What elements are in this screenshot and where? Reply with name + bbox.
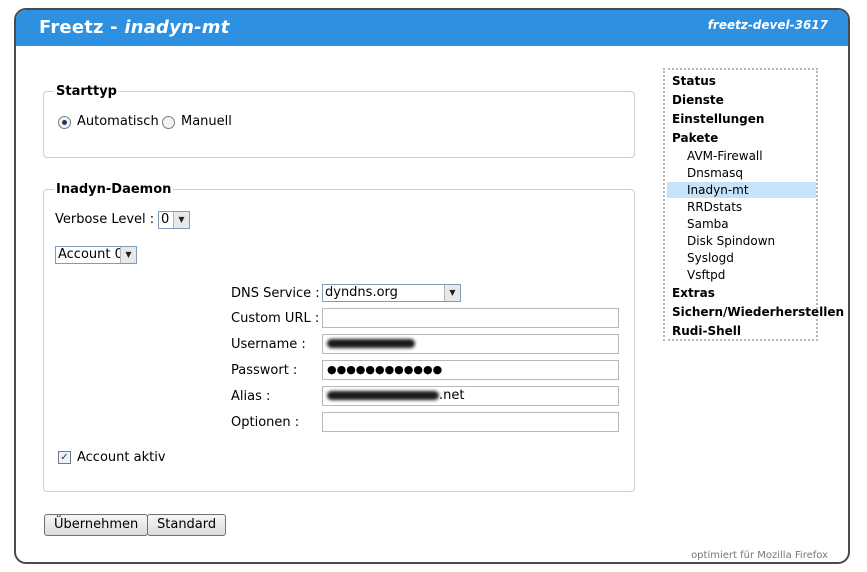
uebernehmen-button[interactable]: Übernehmen bbox=[44, 514, 149, 536]
verbose-level-value: 0 bbox=[161, 212, 170, 227]
account-select[interactable]: Account 0 ▼ bbox=[55, 246, 137, 264]
inadyn-daemon-legend: Inadyn-Daemon bbox=[56, 182, 172, 197]
navigation-menu: Status Dienste Einstellungen Pakete AVM-… bbox=[663, 68, 844, 341]
menu-item-status[interactable]: Status bbox=[672, 74, 716, 88]
menu-item-samba[interactable]: Samba bbox=[687, 217, 729, 231]
menu-item-dienste[interactable]: Dienste bbox=[672, 93, 724, 107]
redacted-username bbox=[327, 339, 415, 348]
manuell-radio[interactable] bbox=[162, 116, 175, 129]
chevron-down-icon[interactable]: ▼ bbox=[120, 247, 136, 263]
menu-item-dnsmasq[interactable]: Dnsmasq bbox=[687, 166, 743, 180]
menu-item-inadyn-mt[interactable]: Inadyn-mt bbox=[687, 183, 749, 197]
manuell-label[interactable]: Manuell bbox=[181, 114, 232, 129]
alias-suffix: .net bbox=[439, 388, 465, 403]
menu-item-avm-firewall[interactable]: AVM-Firewall bbox=[687, 149, 763, 163]
starttyp-legend: Starttyp bbox=[56, 84, 117, 99]
account-aktiv-checkbox[interactable]: ✓ bbox=[58, 451, 71, 464]
account-select-value: Account 0 bbox=[58, 247, 123, 262]
package-name: inadyn-mt bbox=[124, 17, 230, 38]
chevron-down-icon[interactable]: ▼ bbox=[173, 212, 189, 228]
custom-url-label: Custom URL : bbox=[231, 311, 320, 326]
page-title: Freetz - inadyn-mt bbox=[39, 17, 230, 38]
optionen-label: Optionen : bbox=[231, 415, 300, 430]
version-label: freetz-devel-3617 bbox=[707, 18, 828, 32]
alias-input[interactable]: .net bbox=[322, 386, 619, 406]
menu-item-rrdstats[interactable]: RRDstats bbox=[687, 200, 742, 214]
standard-button[interactable]: Standard bbox=[147, 514, 227, 536]
custom-url-input[interactable] bbox=[322, 308, 619, 328]
footer-note: optimiert für Mozilla Firefox bbox=[691, 550, 828, 561]
passwort-label: Passwort : bbox=[231, 363, 298, 378]
menu-item-vsftpd[interactable]: Vsftpd bbox=[687, 268, 725, 282]
menu-item-sichern[interactable]: Sichern/Wiederherstellen bbox=[672, 305, 844, 319]
automatisch-label[interactable]: Automatisch bbox=[77, 114, 159, 129]
dns-service-value: dyndns.org bbox=[325, 285, 398, 300]
menu-item-rudi-shell[interactable]: Rudi-Shell bbox=[672, 324, 741, 338]
account-aktiv-label[interactable]: Account aktiv bbox=[77, 450, 166, 465]
menu-item-disk-spindown[interactable]: Disk Spindown bbox=[687, 234, 775, 248]
redacted-alias bbox=[327, 391, 439, 400]
menu-item-pakete[interactable]: Pakete bbox=[672, 131, 718, 145]
dns-service-label: DNS Service : bbox=[231, 286, 320, 301]
username-input[interactable] bbox=[322, 334, 619, 354]
alias-label: Alias : bbox=[231, 389, 271, 404]
chevron-down-icon[interactable]: ▼ bbox=[444, 285, 460, 301]
menu-item-extras[interactable]: Extras bbox=[672, 286, 715, 300]
verbose-level-label: Verbose Level : bbox=[55, 212, 155, 227]
header-bar: Freetz - inadyn-mt freetz-devel-3617 bbox=[16, 10, 848, 46]
menu-item-einstellungen[interactable]: Einstellungen bbox=[672, 112, 764, 126]
passwort-input[interactable]: ●●●●●●●●●●●● bbox=[322, 360, 619, 380]
verbose-level-select[interactable]: 0 ▼ bbox=[158, 211, 190, 229]
username-label: Username : bbox=[231, 337, 306, 352]
menu-item-syslogd[interactable]: Syslogd bbox=[687, 251, 734, 265]
optionen-input[interactable] bbox=[322, 412, 619, 432]
dns-service-select[interactable]: dyndns.org ▼ bbox=[322, 284, 461, 302]
app-frame: Freetz - inadyn-mt freetz-devel-3617 Sta… bbox=[14, 8, 850, 564]
brand-name: Freetz - bbox=[39, 17, 125, 38]
automatisch-radio[interactable] bbox=[58, 116, 71, 129]
